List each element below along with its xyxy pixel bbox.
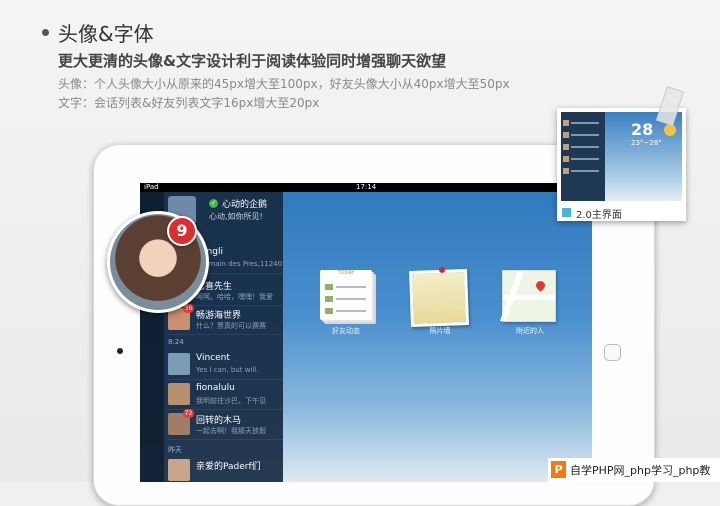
thumbnail-screen: 28 23°~28° (561, 112, 682, 201)
slide-subtitle: 更大更清的头像&文字设计利于阅读体验同时增强聊天欲望 (58, 52, 447, 70)
thumbnail-avatar (563, 120, 569, 126)
conversation-name: 亲爱的Paderf们 (196, 462, 261, 472)
watermark: P 自学PHP网_php学习_php教 (548, 458, 720, 482)
conversation-name: 回转的木马 (196, 416, 242, 426)
conversation-row[interactable]: Vincent Yes I can, but will. (168, 351, 283, 380)
conversation-message: 呵呵。哈哈，嘿嘿！我爱 (196, 293, 273, 301)
conversation-row[interactable]: 亲爱的Paderf们 (168, 457, 283, 482)
slide-title: 头像&字体 (58, 22, 154, 46)
feed-line (336, 298, 366, 300)
conversation-row[interactable]: 36 畅游海世界 什么？票真的可以赛赛 (168, 304, 283, 335)
thumbnail-line (571, 134, 599, 136)
note-avatar: 头像：个人头像大小从原来的45px增大至100px，好友头像大小从40px增大至… (58, 77, 510, 91)
device-label: iPad (144, 183, 159, 191)
conversation-name: 畅游海世界 (196, 311, 242, 321)
avatar (168, 459, 190, 481)
thumbnail-caption: 2.0主界面 (576, 210, 622, 221)
unread-badge: 72 (183, 409, 194, 418)
feed-header: TODAY (337, 270, 355, 276)
unread-count-badge: 9 (167, 216, 197, 246)
pin-icon (438, 266, 446, 273)
watermark-logo-icon: P (551, 461, 566, 478)
thumbnail-avatar (563, 132, 569, 138)
thumbnail-line (571, 122, 599, 124)
conversation-message: 一起去啊！我那天放假 (196, 427, 266, 435)
thumbnail-avatar (563, 156, 569, 162)
status-bar: iPad 17:14 (140, 183, 592, 192)
home-button[interactable] (604, 344, 621, 361)
thumbnail-avatar (563, 168, 569, 174)
conversation-message: 我明前往沙巴，下午见 (196, 397, 266, 405)
feed-thumb (325, 296, 333, 302)
avatar (168, 383, 190, 405)
caption-square-icon (562, 208, 571, 217)
conversation-message: 什么？票真的可以赛赛 (196, 322, 266, 330)
watermark-text: 自学PHP网_php学习_php教 (570, 464, 711, 477)
feed-line (336, 286, 366, 288)
bullet-dot (42, 29, 49, 36)
app-friend-feed-icon[interactable]: TODAY (320, 270, 372, 320)
app-photo-wall-label: 照片墙 (429, 327, 451, 335)
map-marker-icon (534, 279, 547, 292)
thumbnail-avatar (563, 144, 569, 150)
conversation-row[interactable]: 72 回转的木马 一起去啊！我那天放假 (168, 409, 283, 440)
avatar (168, 353, 190, 375)
note-font: 文字：会话列表&好友列表文字16px增大至20px (58, 96, 320, 110)
status-time: 17:14 (356, 183, 377, 191)
feed-thumb (325, 284, 333, 290)
app-friend-feed-label: 好友动态 (332, 327, 360, 335)
thumbnail-line (571, 158, 599, 160)
section-label: 昨天 (168, 446, 182, 454)
feed-line (336, 310, 366, 312)
my-name: 心动的企鹅 (222, 200, 268, 210)
app-nearby-icon[interactable] (499, 270, 556, 322)
map-road (503, 295, 555, 300)
conversation-name: Vincent (196, 353, 230, 363)
weather-temp: 23°~28° (631, 139, 662, 147)
thumbnail-line (571, 170, 599, 172)
thumbnail-line (571, 146, 599, 148)
camera-icon (117, 348, 123, 354)
app-nearby-label: 附近的人 (516, 327, 544, 335)
conversation-message: Yes I can, but will. (196, 366, 259, 374)
feed-thumb (325, 308, 333, 314)
sun-icon (664, 124, 676, 136)
online-check-icon: ✓ (209, 199, 218, 208)
main-screen-thumbnail: 28 23°~28° 2.0主界面 (557, 108, 686, 221)
section-label: 8:24 (168, 338, 184, 346)
conversation-row[interactable]: fionalulu 我明前往沙巴，下午见 (168, 381, 283, 410)
my-signature: 心动,如你所见! (209, 212, 263, 221)
weather-date: 28 (631, 120, 654, 139)
thumbnail-sidebar (561, 112, 605, 201)
app-photo-wall-icon[interactable] (409, 266, 469, 327)
conversation-name: fionalulu (196, 383, 235, 393)
